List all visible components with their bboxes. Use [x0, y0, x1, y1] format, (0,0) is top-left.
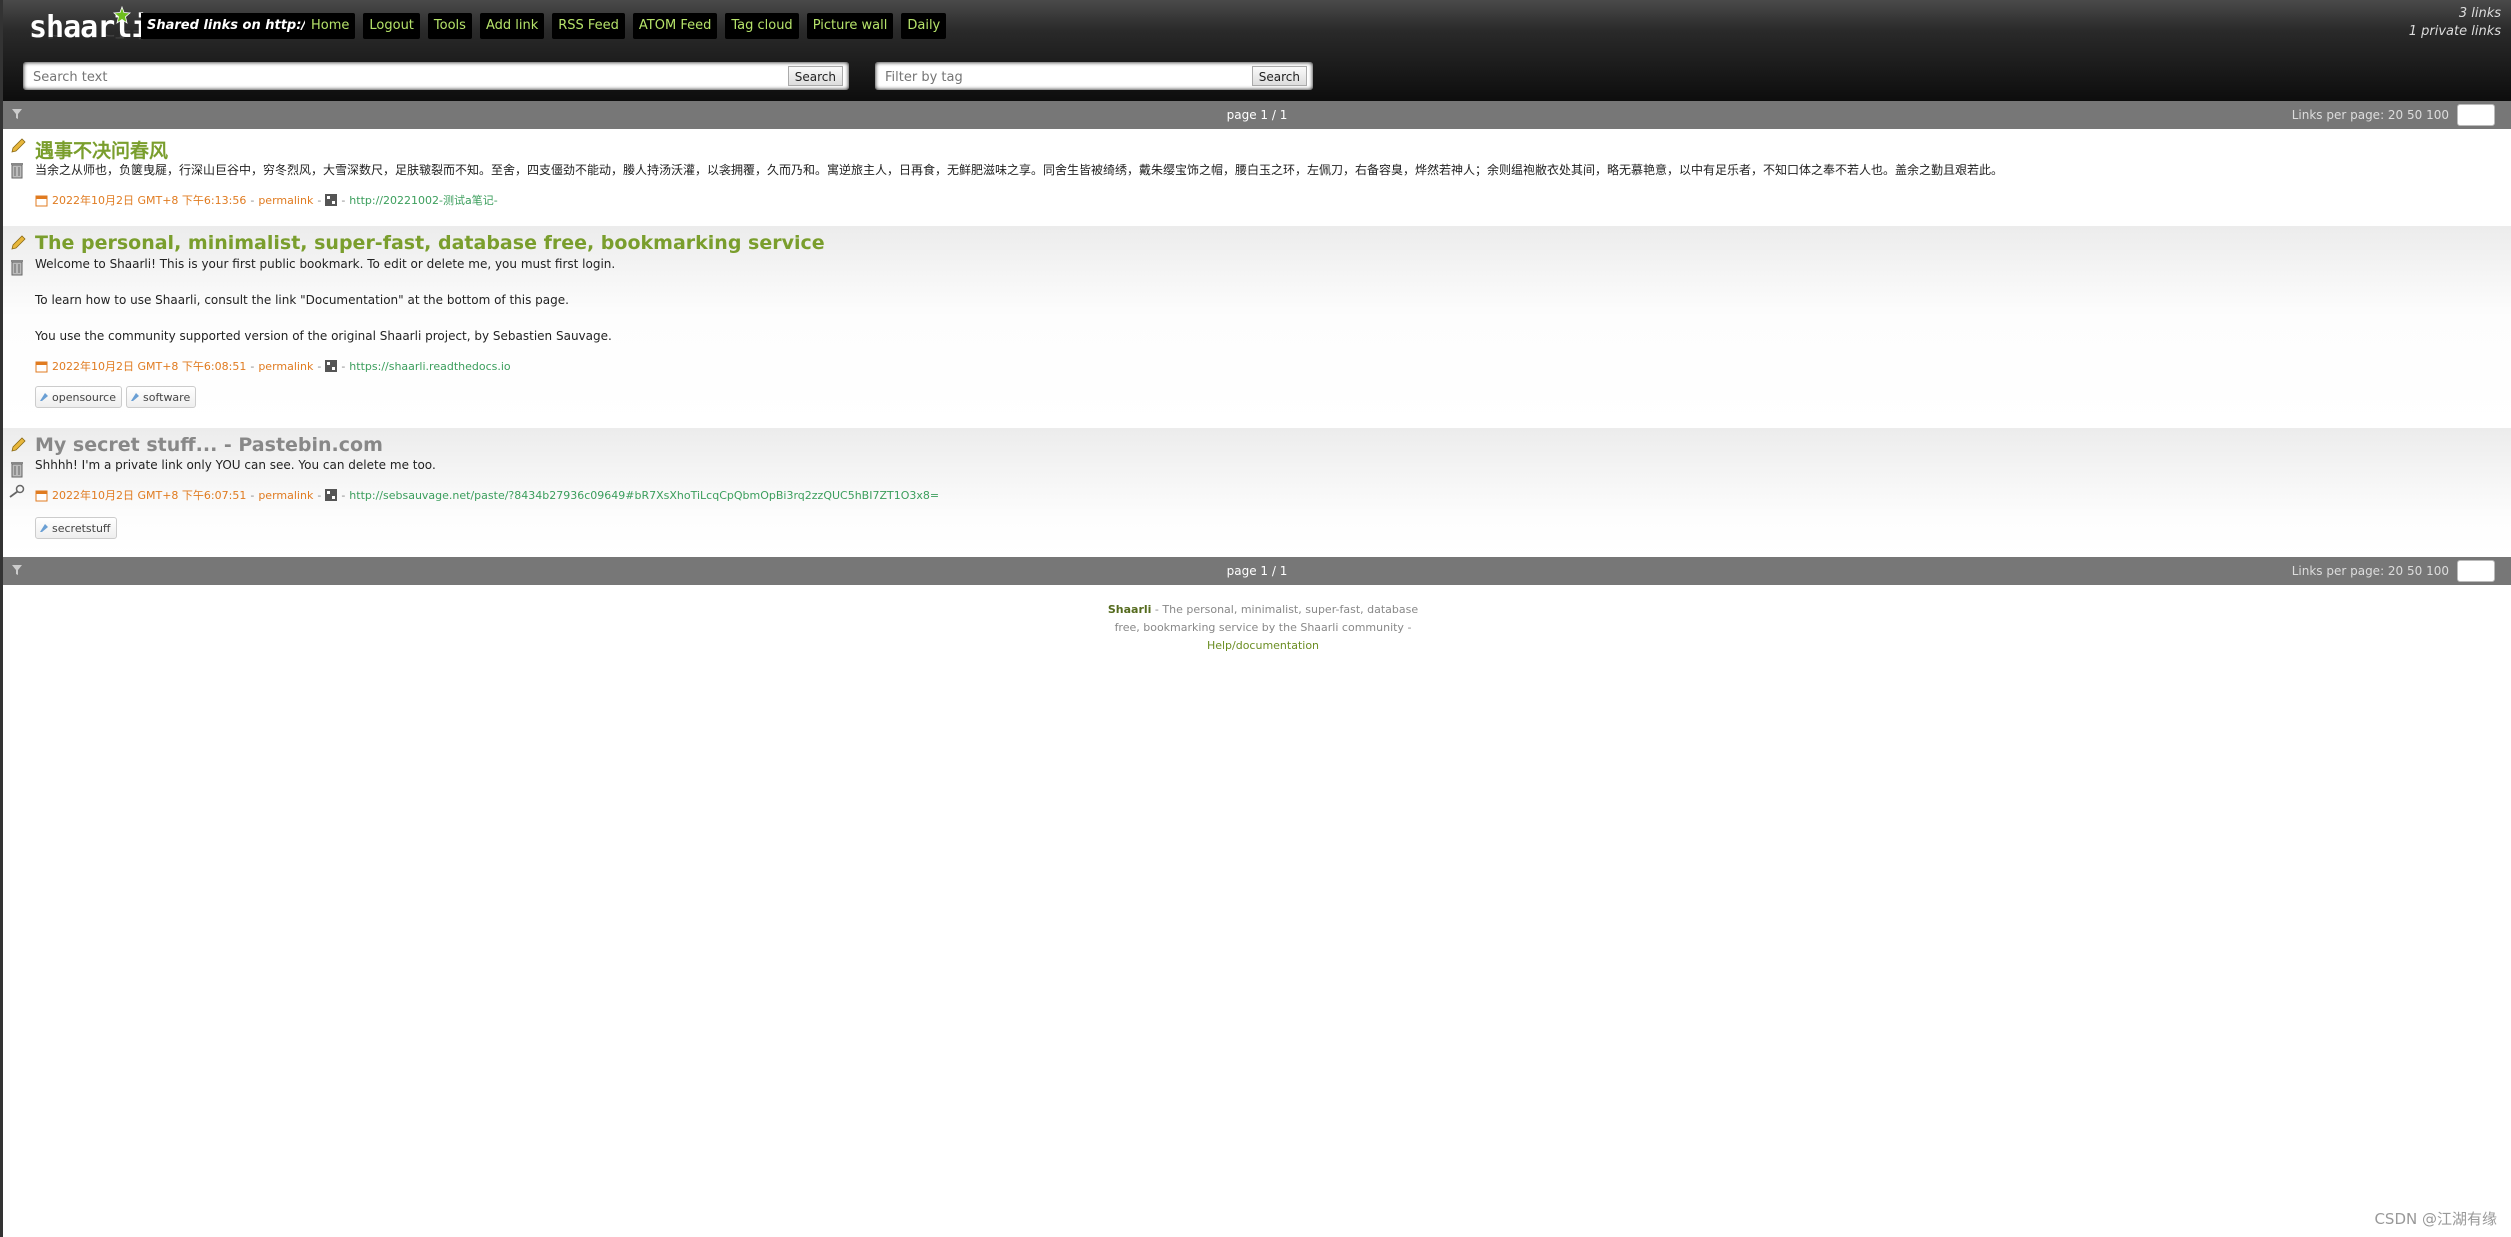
qrcode-icon[interactable]	[325, 489, 338, 501]
footer-text: - The personal, minimalist, super-fast, …	[1114, 603, 1419, 634]
links-count: 3 links	[2458, 6, 2501, 21]
link-counts: 3 links 1 private links	[2409, 5, 2501, 41]
permalink[interactable]: permalink	[258, 489, 313, 502]
link-description: 当余之从师也，负箧曳屣，行深山巨谷中，穷冬烈风，大雪深数尺，足肤皲裂而不知。至舍…	[35, 163, 2004, 177]
nav-tools[interactable]: Tools	[427, 13, 472, 39]
links-per-page-input[interactable]	[2457, 560, 2495, 582]
footer-brand[interactable]: Shaarli	[1108, 603, 1152, 616]
link-date: 2022年10月2日 GMT+8 下午6:08:51	[52, 360, 247, 373]
tag-list: opensource software	[35, 386, 197, 408]
tag-label: opensource	[52, 390, 116, 404]
link-description-line: You use the community supported version …	[35, 329, 612, 343]
links-per-page[interactable]: Links per page: 20 50 100	[2292, 557, 2449, 585]
qrcode-icon[interactable]	[325, 360, 338, 372]
link-title[interactable]: My secret stuff... - Pastebin.com	[35, 434, 383, 456]
calendar-icon	[35, 361, 48, 372]
link-item-private: My secret stuff... - Pastebin.com Shhhh!…	[3, 428, 2511, 558]
link-title[interactable]: The personal, minimalist, super-fast, da…	[35, 232, 825, 254]
tag-opensource[interactable]: opensource	[35, 386, 122, 408]
tag-filter-box: Search	[875, 62, 1313, 90]
link-meta: 2022年10月2日 GMT+8 下午6:13:56 - permalink -…	[35, 192, 498, 208]
edit-pencil-icon[interactable]	[9, 436, 27, 454]
link-description-line: To learn how to use Shaarli, consult the…	[35, 293, 569, 307]
link-item: The personal, minimalist, super-fast, da…	[3, 226, 2511, 429]
page-footer: Shaarli - The personal, minimalist, supe…	[1103, 601, 1423, 655]
shaarli-logo[interactable]: shaarli shaarli	[25, 6, 149, 50]
nav-daily[interactable]: Daily	[901, 13, 947, 39]
link-actions	[9, 137, 27, 185]
tag-icon	[40, 524, 48, 532]
calendar-icon	[35, 195, 48, 206]
qrcode-icon[interactable]	[325, 194, 338, 206]
paging-bar-top: page 1 / 1 Links per page: 20 50 100	[3, 101, 2511, 129]
link-url[interactable]: http://20221002-测试a笔记-	[349, 192, 497, 208]
page-header: shaarli shaarli Shared links on http:///…	[3, 0, 2511, 101]
watermark: CSDN @江湖有缘	[2374, 1210, 2497, 1228]
tag-search-button[interactable]: Search	[1251, 66, 1307, 86]
tag-secretstuff[interactable]: secretstuff	[35, 517, 117, 539]
link-date: 2022年10月2日 GMT+8 下午6:13:56	[52, 194, 247, 207]
private-key-icon	[9, 484, 25, 498]
nav-add-link[interactable]: Add link	[479, 13, 545, 39]
nav-atom-feed[interactable]: ATOM Feed	[632, 13, 718, 39]
tag-list: secretstuff	[35, 517, 117, 539]
link-item: 遇事不决问春风 当余之从师也，负箧曳屣，行深山巨谷中，穷冬烈风，大雪深数尺，足肤…	[3, 129, 2511, 227]
search-button[interactable]: Search	[787, 66, 843, 86]
edit-pencil-icon[interactable]	[9, 234, 27, 252]
link-date: 2022年10月2日 GMT+8 下午6:07:51	[52, 489, 247, 502]
delete-trash-icon[interactable]	[9, 258, 25, 276]
page-indicator: page 1 / 1	[1226, 564, 1288, 578]
link-description: Shhhh! I'm a private link only YOU can s…	[35, 458, 436, 472]
link-url[interactable]: https://shaarli.readthedocs.io	[349, 360, 510, 373]
nav-tag-cloud[interactable]: Tag cloud	[725, 13, 799, 39]
link-actions	[9, 436, 27, 504]
page-indicator: page 1 / 1	[1226, 108, 1288, 122]
link-title[interactable]: 遇事不决问春风	[35, 136, 168, 163]
link-meta: 2022年10月2日 GMT+8 下午6:08:51 - permalink -…	[35, 358, 511, 374]
links-per-page[interactable]: Links per page: 20 50 100	[2292, 101, 2449, 129]
delete-trash-icon[interactable]	[9, 161, 25, 179]
link-url[interactable]: http://sebsauvage.net/paste/?8434b27936c…	[349, 489, 939, 502]
nav-logout[interactable]: Logout	[363, 13, 420, 39]
tag-label: secretstuff	[52, 521, 111, 535]
site-title: Shared links on http:///	[141, 13, 322, 39]
tag-icon	[130, 393, 139, 401]
main-nav: Home Logout Tools Add link RSS Feed ATOM…	[305, 13, 947, 39]
tag-label: software	[142, 390, 191, 404]
calendar-icon	[35, 490, 48, 501]
link-actions	[9, 234, 27, 282]
logo-reflection: shaarli	[29, 27, 149, 40]
edit-pencil-icon[interactable]	[9, 137, 27, 155]
search-box: Search	[23, 62, 849, 90]
permalink[interactable]: permalink	[258, 360, 313, 373]
search-input[interactable]	[31, 66, 795, 88]
permalink[interactable]: permalink	[258, 194, 313, 207]
tag-icon	[40, 393, 48, 401]
nav-picture-wall[interactable]: Picture wall	[806, 13, 894, 39]
paging-bar-bottom: page 1 / 1 Links per page: 20 50 100	[3, 557, 2511, 585]
tag-filter-input[interactable]	[883, 66, 1257, 88]
private-links-count: 1 private links	[2408, 24, 2501, 39]
tag-software[interactable]: software	[125, 386, 197, 408]
star-icon	[113, 6, 131, 24]
help-documentation-link[interactable]: Help/documentation	[1207, 639, 1319, 652]
nav-home[interactable]: Home	[305, 13, 356, 39]
link-meta: 2022年10月2日 GMT+8 下午6:07:51 - permalink -…	[35, 487, 939, 503]
links-per-page-input[interactable]	[2457, 104, 2495, 126]
link-description-line: Welcome to Shaarli! This is your first p…	[35, 257, 616, 271]
nav-rss-feed[interactable]: RSS Feed	[552, 13, 625, 39]
delete-trash-icon[interactable]	[9, 460, 25, 478]
